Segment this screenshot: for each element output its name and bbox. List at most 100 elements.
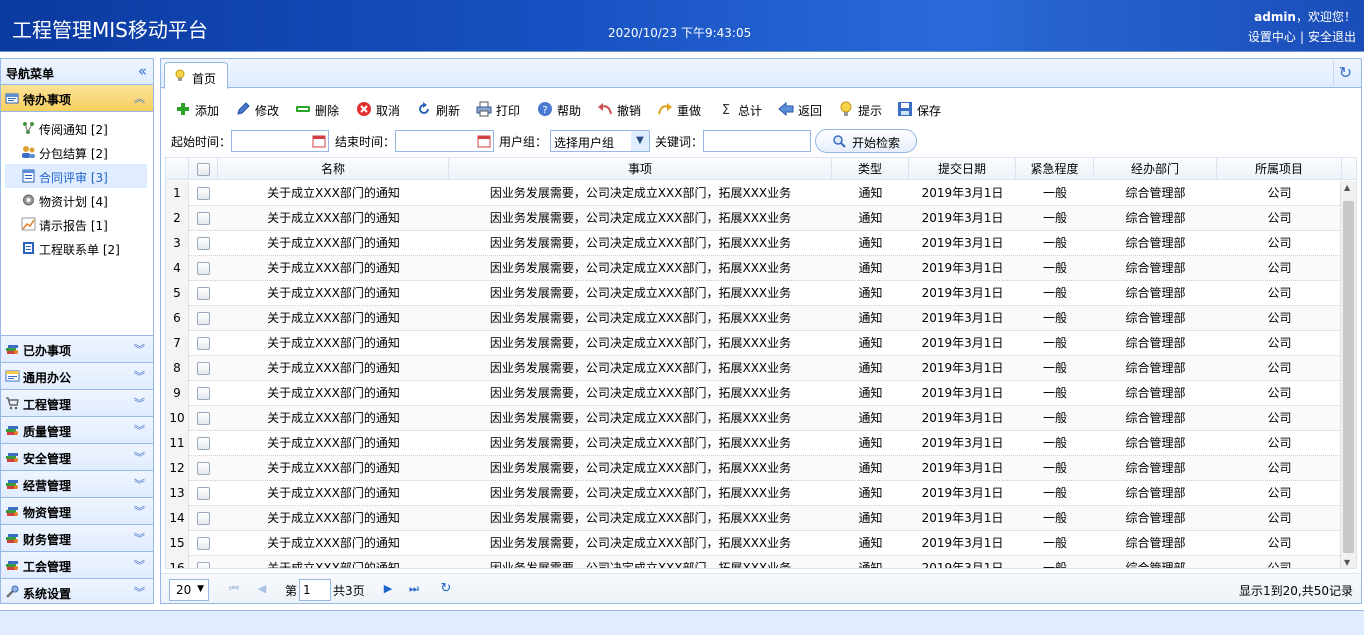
pagination-bar: 20 ▼ ⏮ ◀ 第 1 共3页 ▶ ⏭ ↻ 显示1到20,共50记录	[161, 573, 1361, 603]
chevron-down-icon[interactable]: ︾	[134, 422, 145, 438]
tab-home[interactable]: 首页	[164, 62, 228, 89]
section-header[interactable]: 质量管理 ︾	[1, 417, 153, 444]
tree-item[interactable]: 物资计划 [4]	[5, 188, 147, 212]
cell-project: 公司	[1267, 186, 1292, 200]
row-checkbox-cell	[189, 531, 218, 556]
col-header-date[interactable]: 提交日期	[909, 158, 1016, 180]
settings-center-link[interactable]: 设置中心	[1248, 30, 1296, 44]
table-row[interactable]: 4 关于成立XXX部门的通知 因业务发展需要，公司决定成立XXX部门，拓展XXX业务…	[166, 256, 1342, 281]
chevron-down-icon[interactable]: ︾	[134, 341, 145, 357]
row-checkbox[interactable]	[197, 237, 210, 250]
table-row[interactable]: 12 关于成立XXX部门的通知 因业务发展需要，公司决定成立XXX部门，拓展XXX业…	[166, 456, 1342, 481]
page-number-input[interactable]: 1	[299, 579, 331, 601]
chevron-down-icon[interactable]: ︾	[134, 368, 145, 384]
table-row[interactable]: 6 关于成立XXX部门的通知 因业务发展需要，公司决定成立XXX部门，拓展XXX业务…	[166, 306, 1342, 331]
col-header-project[interactable]: 所属项目	[1217, 158, 1342, 180]
select-all-checkbox[interactable]	[196, 163, 210, 176]
section-header[interactable]: 工会管理 ︾	[1, 552, 153, 579]
row-checkbox[interactable]	[197, 212, 210, 225]
start-search-button[interactable]: 开始检索	[815, 129, 917, 153]
row-checkbox[interactable]	[197, 312, 210, 325]
col-header-urgency[interactable]: 紧急程度	[1016, 158, 1094, 180]
chevron-down-icon[interactable]: ▼	[197, 584, 204, 594]
section-header[interactable]: 工程管理 ︾	[1, 390, 153, 417]
refresh-tab-icon[interactable]: ↻	[1333, 61, 1357, 85]
tree-item[interactable]: 分包结算 [2]	[5, 140, 147, 164]
section-header[interactable]: 物资管理 ︾	[1, 498, 153, 525]
row-checkbox[interactable]	[197, 362, 210, 375]
table-row[interactable]: 1 关于成立XXX部门的通知 因业务发展需要，公司决定成立XXX部门，拓展XXX业务…	[166, 181, 1342, 206]
section-header[interactable]: 已办事项 ︾	[1, 336, 153, 363]
chevron-down-icon[interactable]: ︾	[134, 530, 145, 546]
section-header[interactable]: 经营管理 ︾	[1, 471, 153, 498]
row-checkbox[interactable]	[197, 562, 210, 568]
section-pending[interactable]: 待办事项 ︽	[1, 85, 153, 112]
reload-icon[interactable]: ↻	[439, 582, 453, 596]
calendar-icon[interactable]	[312, 134, 326, 148]
end-time-input[interactable]	[395, 130, 494, 152]
cell-urgency: 一般	[1042, 336, 1067, 350]
section-header[interactable]: 通用办公 ︾	[1, 363, 153, 390]
page-size-select[interactable]: 20 ▼	[169, 579, 209, 601]
row-checkbox[interactable]	[197, 262, 210, 275]
calendar-icon[interactable]	[477, 134, 491, 148]
table-row[interactable]: 11 关于成立XXX部门的通知 因业务发展需要，公司决定成立XXX部门，拓展XXX业…	[166, 431, 1342, 456]
tree-item[interactable]: 合同评审 [3]	[5, 164, 147, 188]
col-header-name[interactable]: 名称	[218, 158, 449, 180]
tree-item[interactable]: 传阅通知 [2]	[5, 116, 147, 140]
col-header-matter[interactable]: 事项	[449, 158, 832, 180]
tree-item[interactable]: 工程联系单 [2]	[5, 236, 147, 260]
chevron-down-icon[interactable]: ︾	[134, 503, 145, 519]
chevron-down-icon[interactable]: ▼	[631, 131, 649, 151]
table-row[interactable]: 3 关于成立XXX部门的通知 因业务发展需要，公司决定成立XXX部门，拓展XXX业务…	[166, 231, 1342, 256]
collapse-left-icon[interactable]: «	[138, 62, 147, 80]
chevron-down-icon[interactable]: ︾	[134, 449, 145, 465]
prev-page-icon[interactable]: ◀	[255, 582, 269, 596]
row-checkbox[interactable]	[197, 387, 210, 400]
tree-item[interactable]: 请示报告 [1]	[5, 212, 147, 236]
table-row[interactable]: 7 关于成立XXX部门的通知 因业务发展需要，公司决定成立XXX部门，拓展XXX业务…	[166, 331, 1342, 356]
row-checkbox[interactable]	[197, 412, 210, 425]
logout-link[interactable]: 安全退出	[1308, 30, 1356, 44]
table-row[interactable]: 2 关于成立XXX部门的通知 因业务发展需要，公司决定成立XXX部门，拓展XXX业务…	[166, 206, 1342, 231]
table-row[interactable]: 5 关于成立XXX部门的通知 因业务发展需要，公司决定成立XXX部门，拓展XXX业务…	[166, 281, 1342, 306]
chevron-up-icon[interactable]: ︽	[134, 90, 145, 106]
user-group-select[interactable]: 选择用户组 ▼	[550, 130, 650, 152]
vertical-scrollbar[interactable]: ▲ ▼	[1340, 181, 1356, 568]
row-checkbox[interactable]	[197, 512, 210, 525]
table-row[interactable]: 15 关于成立XXX部门的通知 因业务发展需要，公司决定成立XXX部门，拓展XXX业…	[166, 531, 1342, 556]
section-header[interactable]: 安全管理 ︾	[1, 444, 153, 471]
start-time-input[interactable]	[231, 130, 329, 152]
row-checkbox[interactable]	[197, 487, 210, 500]
row-checkbox[interactable]	[197, 462, 210, 475]
last-page-icon[interactable]: ⏭	[407, 582, 421, 596]
col-header-type[interactable]: 类型	[832, 158, 909, 180]
section-header[interactable]: 系统设置 ︾	[1, 579, 153, 603]
scroll-up-icon[interactable]: ▲	[1344, 183, 1350, 192]
table-row[interactable]: 9 关于成立XXX部门的通知 因业务发展需要，公司决定成立XXX部门，拓展XXX业务…	[166, 381, 1342, 406]
table-row[interactable]: 8 关于成立XXX部门的通知 因业务发展需要，公司决定成立XXX部门，拓展XXX业务…	[166, 356, 1342, 381]
chevron-down-icon[interactable]: ︾	[134, 557, 145, 573]
row-checkbox[interactable]	[197, 287, 210, 300]
cell-project: 公司	[1267, 211, 1292, 225]
cell-name: 关于成立XXX部门的通知	[267, 461, 400, 475]
row-checkbox[interactable]	[197, 187, 210, 200]
row-checkbox[interactable]	[197, 337, 210, 350]
first-page-icon[interactable]: ⏮	[227, 582, 241, 596]
scrollbar-thumb[interactable]	[1343, 201, 1354, 553]
col-header-dept[interactable]: 经办部门	[1094, 158, 1217, 180]
scroll-down-icon[interactable]: ▼	[1344, 558, 1350, 567]
table-row[interactable]: 16 关于成立XXX部门的通知 因业务发展需要，公司决定成立XXX部门，拓展XXX业…	[166, 556, 1342, 568]
row-checkbox[interactable]	[197, 537, 210, 550]
table-row[interactable]: 13 关于成立XXX部门的通知 因业务发展需要，公司决定成立XXX部门，拓展XXX业…	[166, 481, 1342, 506]
table-row[interactable]: 14 关于成立XXX部门的通知 因业务发展需要，公司决定成立XXX部门，拓展XXX业…	[166, 506, 1342, 531]
keyword-input[interactable]	[703, 130, 811, 152]
next-page-icon[interactable]: ▶	[381, 582, 395, 596]
chevron-down-icon[interactable]: ︾	[134, 584, 145, 600]
row-number: 12	[166, 456, 189, 481]
row-checkbox[interactable]	[197, 437, 210, 450]
table-row[interactable]: 10 关于成立XXX部门的通知 因业务发展需要，公司决定成立XXX部门，拓展XXX业…	[166, 406, 1342, 431]
chevron-down-icon[interactable]: ︾	[134, 476, 145, 492]
chevron-down-icon[interactable]: ︾	[134, 395, 145, 411]
section-header[interactable]: 财务管理 ︾	[1, 525, 153, 552]
